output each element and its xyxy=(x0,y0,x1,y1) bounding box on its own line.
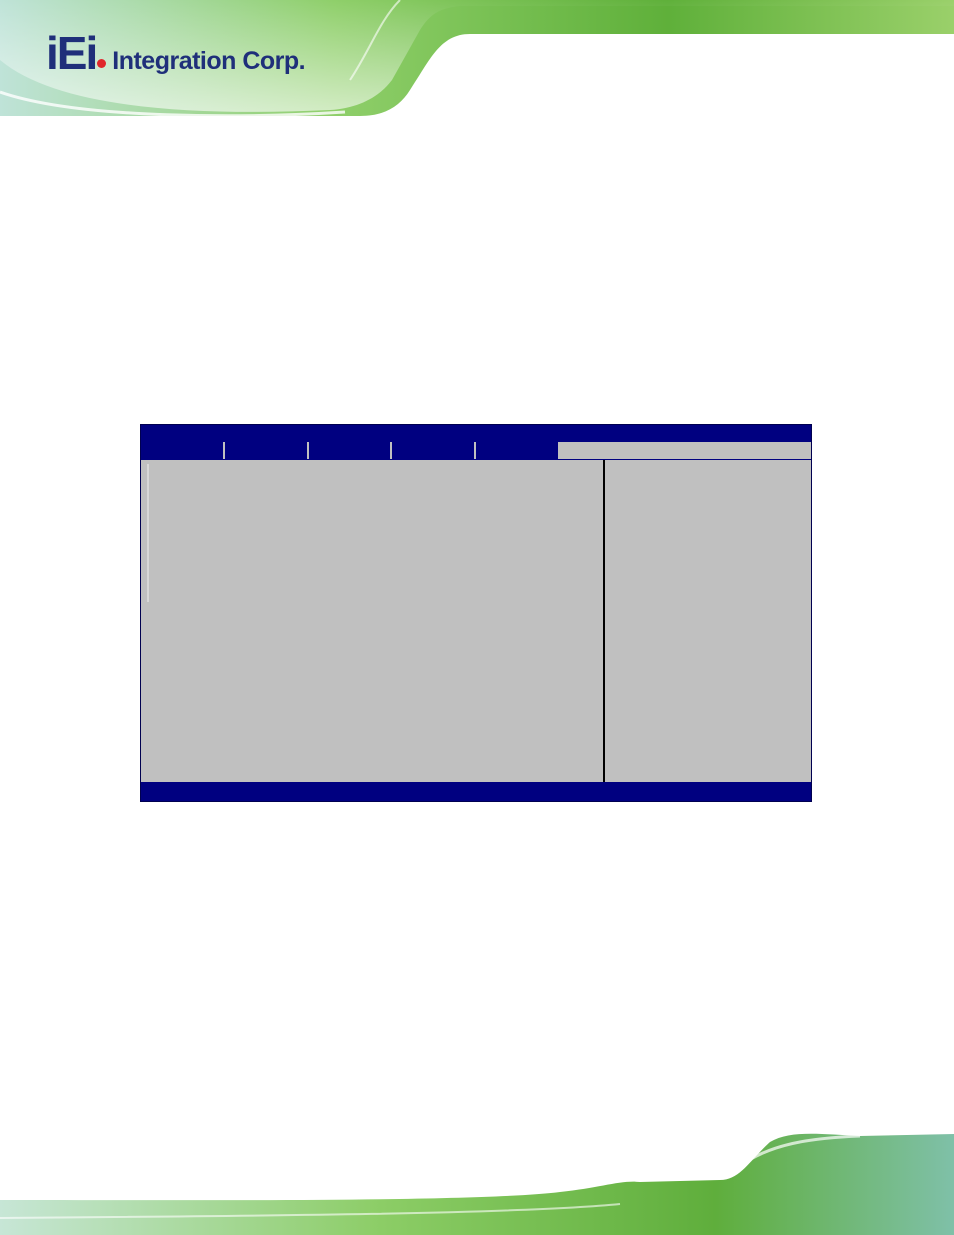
bios-tab-5[interactable] xyxy=(476,442,560,459)
bios-tab-3[interactable] xyxy=(308,442,393,459)
bios-tab-4[interactable] xyxy=(392,442,476,459)
bios-tab-active[interactable] xyxy=(559,442,811,459)
bios-scroll-indicator xyxy=(147,464,149,602)
company-logo: iEi Integration Corp. xyxy=(46,26,306,79)
bios-settings-panel xyxy=(141,460,603,782)
bios-title-bar xyxy=(141,425,811,441)
footer-banner-graphic xyxy=(0,1133,954,1235)
bios-screen xyxy=(140,424,812,802)
bios-status-bar xyxy=(141,782,811,801)
bios-tab-2[interactable] xyxy=(224,442,309,459)
logo-dot-icon xyxy=(97,59,107,68)
logo-mark: iEi xyxy=(46,27,98,79)
bios-tab-1[interactable] xyxy=(141,442,225,459)
bios-help-panel xyxy=(605,460,811,782)
logo-wordmark: Integration Corp. xyxy=(112,47,306,75)
header-banner: iEi Integration Corp. xyxy=(0,0,954,116)
footer-banner xyxy=(0,1130,954,1235)
bios-menu-tabs xyxy=(141,441,811,460)
